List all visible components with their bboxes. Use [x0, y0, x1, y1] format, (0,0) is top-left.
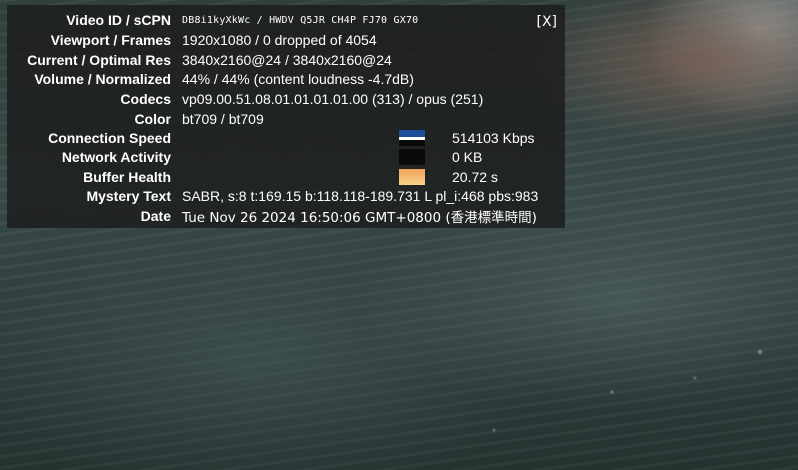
label-buffer-health: Buffer Health [83, 169, 171, 185]
row-resolution: Current / Optimal Res 3840x2160@24 / 384… [7, 50, 565, 70]
label-codecs: Codecs [120, 91, 171, 107]
row-video-id: Video ID / sCPN DB8i1kyXkWc / HWDV Q5JR … [7, 10, 565, 30]
label-color: Color [134, 111, 171, 127]
value-connection-speed: 514103 Kbps [452, 130, 535, 146]
row-viewport: Viewport / Frames 1920x1080 / 0 dropped … [7, 30, 565, 50]
stats-for-nerds-panel: [X] Video ID / sCPN DB8i1kyXkWc / HWDV Q… [7, 5, 565, 228]
value-codecs: vp09.00.51.08.01.01.01.01.00 (313) / opu… [182, 91, 484, 107]
label-volume: Volume / Normalized [34, 71, 171, 87]
value-buffer-health: 20.72 s [452, 169, 498, 185]
value-date: Tue Nov 26 2024 16:50:06 GMT+0800 (香港標準時… [182, 210, 537, 226]
row-mystery-text: Mystery Text SABR, s:8 t:169.15 b:118.11… [7, 186, 565, 206]
label-viewport: Viewport / Frames [50, 32, 171, 48]
row-volume: Volume / Normalized 44% / 44% (content l… [7, 69, 565, 89]
label-resolution: Current / Optimal Res [27, 52, 171, 68]
value-viewport: 1920x1080 / 0 dropped of 4054 [182, 32, 377, 48]
value-volume: 44% / 44% (content loudness -4.7dB) [182, 71, 414, 87]
connection-speed-graph [399, 130, 425, 146]
value-color: bt709 / bt709 [182, 111, 264, 127]
row-codecs: Codecs vp09.00.51.08.01.01.01.01.00 (313… [7, 89, 565, 109]
row-date: Date Tue Nov 26 2024 16:50:06 GMT+0800 (… [7, 206, 565, 226]
value-network-activity: 0 KB [452, 149, 483, 165]
row-color: Color bt709 / bt709 [7, 109, 565, 129]
label-connection-speed: Connection Speed [48, 130, 171, 146]
label-network-activity: Network Activity [61, 149, 171, 165]
label-date: Date [140, 208, 171, 224]
label-video-id: Video ID / sCPN [66, 12, 171, 28]
value-video-id: DB8i1kyXkWc / HWDV Q5JR CH4P FJ70 GX70 [182, 14, 419, 26]
label-mystery-text: Mystery Text [86, 188, 171, 204]
value-mystery-text: SABR, s:8 t:169.15 b:118.118-189.731 L p… [182, 188, 539, 204]
buffer-health-graph [399, 169, 425, 185]
value-resolution: 3840x2160@24 / 3840x2160@24 [182, 52, 392, 68]
network-activity-graph [399, 149, 425, 165]
